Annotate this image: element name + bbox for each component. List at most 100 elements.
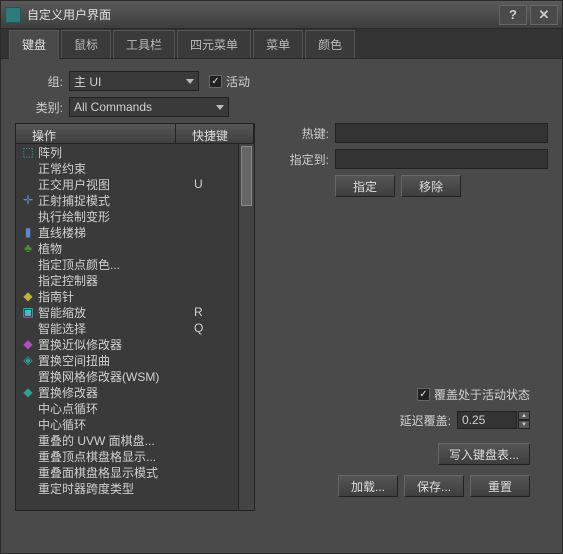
item-label: 重叠顶点棋盘格显示... — [38, 448, 194, 465]
chevron-down-icon — [216, 105, 224, 110]
list-item[interactable]: ⬚阵列 — [16, 144, 254, 160]
remove-button[interactable]: 移除 — [401, 175, 461, 197]
list-item[interactable]: ▮直线楼梯 — [16, 224, 254, 240]
tab-color[interactable]: 颜色 — [305, 30, 355, 58]
assign-button[interactable]: 指定 — [335, 175, 395, 197]
list-item[interactable]: 置换网格修改器(WSM) — [16, 368, 254, 384]
item-label: 置换空间扭曲 — [38, 352, 194, 369]
list-item[interactable]: ◆指南针 — [16, 288, 254, 304]
list-item[interactable]: 中心循环 — [16, 416, 254, 432]
tab-mouse[interactable]: 鼠标 — [61, 30, 111, 58]
item-label: 智能选择 — [38, 320, 194, 337]
item-label: 中心点循环 — [38, 400, 194, 417]
list-item[interactable]: ◆置换修改器 — [16, 384, 254, 400]
item-icon — [20, 449, 36, 463]
list-item[interactable]: ♣植物 — [16, 240, 254, 256]
active-checkbox[interactable]: ✓ — [209, 75, 222, 88]
tab-keyboard[interactable]: 键盘 — [9, 30, 59, 59]
list-item[interactable]: 指定控制器 — [16, 272, 254, 288]
list-item[interactable]: 重叠的 UVW 面棋盘... — [16, 432, 254, 448]
item-icon: ▮ — [20, 225, 36, 239]
assigned-input[interactable] — [335, 149, 548, 169]
list-item[interactable]: 正交用户视图U — [16, 176, 254, 192]
item-icon: ◈ — [20, 353, 36, 367]
item-icon: ◆ — [20, 337, 36, 351]
titlebar: 自定义用户界面 ? ✕ — [1, 1, 562, 29]
item-icon — [20, 161, 36, 175]
save-button[interactable]: 保存... — [404, 475, 464, 497]
col-shortcut[interactable]: 快捷键 — [176, 124, 254, 143]
list-item[interactable]: 重定时器跨度类型 — [16, 480, 254, 496]
group-label: 组: — [15, 73, 63, 90]
item-label: 智能缩放 — [38, 304, 194, 321]
list-item[interactable]: 指定顶点颜色... — [16, 256, 254, 272]
item-label: 执行绘制变形 — [38, 208, 194, 225]
item-label: 植物 — [38, 240, 194, 257]
item-icon: ◆ — [20, 385, 36, 399]
item-label: 指定控制器 — [38, 272, 194, 289]
hotkey-input[interactable] — [335, 123, 548, 143]
list-item[interactable]: 执行绘制变形 — [16, 208, 254, 224]
item-icon — [20, 401, 36, 415]
active-label: 活动 — [226, 73, 250, 90]
item-label: 指定顶点颜色... — [38, 256, 194, 273]
spin-down[interactable]: ▼ — [518, 420, 530, 429]
tab-menu[interactable]: 菜单 — [253, 30, 303, 58]
chevron-down-icon — [186, 79, 194, 84]
list-item[interactable]: ▣智能缩放R — [16, 304, 254, 320]
delay-label: 延迟覆盖: — [400, 412, 451, 429]
group-combo[interactable]: 主 UI — [69, 71, 199, 91]
category-label: 类别: — [15, 99, 63, 116]
item-label: 指南针 — [38, 288, 194, 305]
item-icon — [20, 433, 36, 447]
hotkey-label: 热键: — [269, 125, 329, 142]
item-label: 正射捕捉模式 — [38, 192, 194, 209]
list-item[interactable]: ◆置换近似修改器 — [16, 336, 254, 352]
write-table-button[interactable]: 写入键盘表... — [438, 443, 530, 465]
item-icon: ◆ — [20, 289, 36, 303]
item-icon — [20, 417, 36, 431]
load-button[interactable]: 加载... — [338, 475, 398, 497]
group-value: 主 UI — [74, 73, 101, 90]
item-label: 正常约束 — [38, 160, 194, 177]
app-icon — [5, 7, 21, 23]
list-item[interactable]: 重叠顶点棋盘格显示... — [16, 448, 254, 464]
tab-bar: 键盘 鼠标 工具栏 四元菜单 菜单 颜色 — [1, 29, 562, 59]
item-icon — [20, 481, 36, 495]
item-icon: ▣ — [20, 305, 36, 319]
item-icon: ⬚ — [20, 145, 36, 159]
list-item[interactable]: ◈置换空间扭曲 — [16, 352, 254, 368]
close-button[interactable]: ✕ — [530, 5, 558, 25]
list-item[interactable]: 正常约束 — [16, 160, 254, 176]
override-checkbox[interactable]: ✓ — [417, 388, 430, 401]
action-list[interactable]: 操作 快捷键 ⬚阵列正常约束正交用户视图U✛正射捕捉模式执行绘制变形▮直线楼梯♣… — [15, 123, 255, 511]
list-item[interactable]: 智能选择Q — [16, 320, 254, 336]
scroll-thumb[interactable] — [241, 146, 252, 206]
item-label: 重叠面棋盘格显示模式 — [38, 464, 194, 481]
item-label: 置换网格修改器(WSM) — [38, 368, 194, 385]
item-icon — [20, 257, 36, 271]
item-label: 置换修改器 — [38, 384, 194, 401]
assigned-label: 指定到: — [269, 151, 329, 168]
item-icon — [20, 321, 36, 335]
tab-toolbar[interactable]: 工具栏 — [113, 30, 175, 58]
tab-quadmenu[interactable]: 四元菜单 — [177, 30, 251, 58]
item-label: 正交用户视图 — [38, 176, 194, 193]
item-label: 直线楼梯 — [38, 224, 194, 241]
item-icon: ♣ — [20, 241, 36, 255]
help-button[interactable]: ? — [499, 5, 527, 25]
category-combo[interactable]: All Commands — [69, 97, 229, 117]
reset-button[interactable]: 重置 — [470, 475, 530, 497]
list-item[interactable]: 中心点循环 — [16, 400, 254, 416]
item-label: 置换近似修改器 — [38, 336, 194, 353]
delay-input[interactable]: 0.25 — [457, 411, 517, 429]
item-label: 阵列 — [38, 144, 194, 161]
item-icon — [20, 209, 36, 223]
col-action[interactable]: 操作 — [16, 124, 176, 143]
list-header: 操作 快捷键 — [16, 124, 254, 144]
list-item[interactable]: ✛正射捕捉模式 — [16, 192, 254, 208]
item-icon — [20, 369, 36, 383]
list-item[interactable]: 重叠面棋盘格显示模式 — [16, 464, 254, 480]
item-label: 重定时器跨度类型 — [38, 480, 194, 497]
spin-up[interactable]: ▲ — [518, 411, 530, 420]
